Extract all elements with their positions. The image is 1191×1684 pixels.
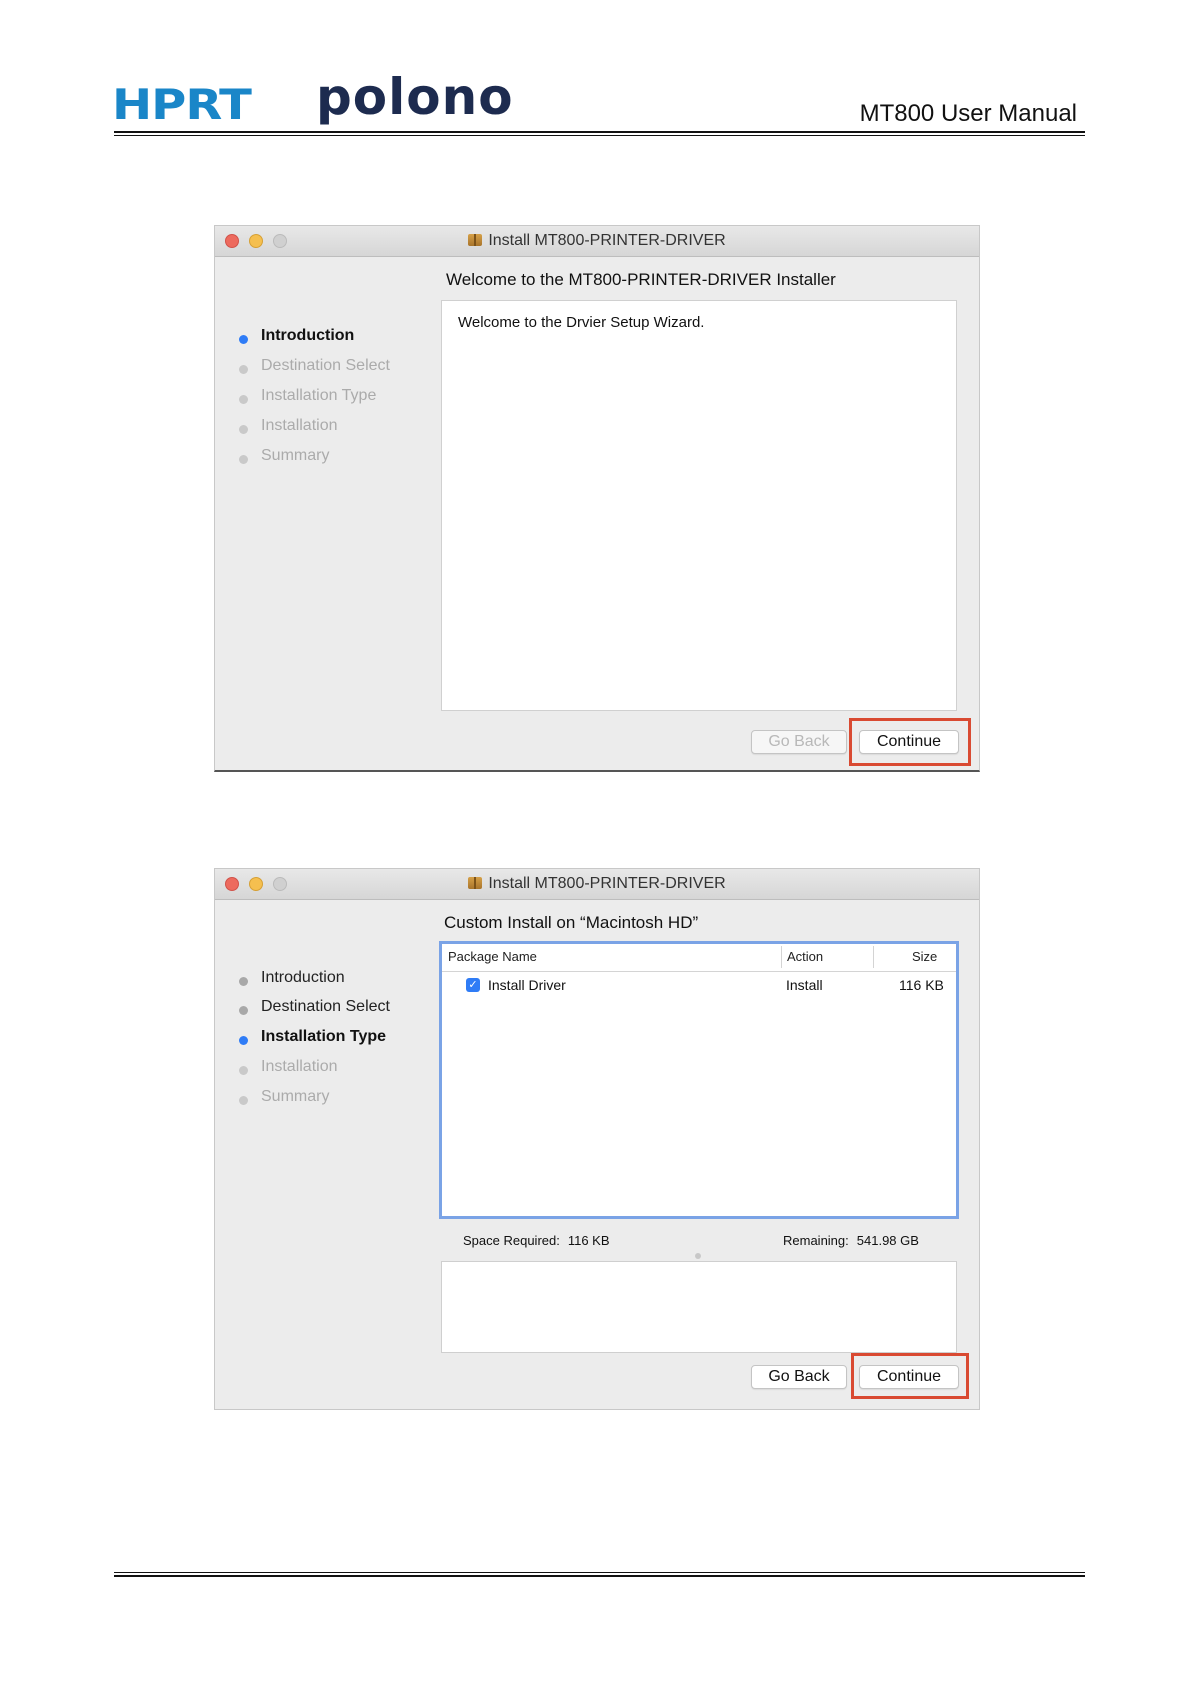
go-back-button[interactable]: Go Back [751,1365,847,1389]
window-title-text: Install MT800-PRINTER-DRIVER [488,232,726,249]
remaining-value: 541.98 GB [856,1233,919,1248]
step-label: Installation Type [261,1028,387,1045]
column-separator [873,946,874,968]
column-separator [781,946,782,968]
continue-highlight-box [851,1353,969,1399]
window-title-text: Install MT800-PRINTER-DRIVER [488,875,726,892]
table-header: Package Name Action Size [442,944,956,972]
package-icon [468,234,483,246]
step-label: Introduction [261,327,355,344]
remaining-label: Remaining: [783,1233,849,1248]
step-label: Installation [261,1058,338,1075]
step-dot-icon [239,977,248,986]
installer-heading: Custom Install on “Macintosh HD” [444,913,699,932]
package-name-cell: Install Driver [488,977,566,993]
step-dot-icon [239,1096,248,1105]
step-label: Installation [261,417,338,434]
installer-heading: Welcome to the MT800-PRINTER-DRIVER Inst… [446,270,836,289]
package-description-pane [441,1261,957,1353]
step-dot-icon [239,455,248,464]
hprt-logo: HPRT [112,80,252,130]
step-label: Destination Select [261,998,390,1015]
installer-window-introduction: Install MT800-PRINTER-DRIVER Welcome to … [214,225,980,772]
space-required: Space Required: 116 KB [463,1233,610,1248]
space-remaining: Remaining: 541.98 GB [783,1233,919,1248]
column-header-action[interactable]: Action [787,949,823,964]
step-label: Summary [261,447,330,464]
step-dot-icon [239,335,248,344]
action-cell[interactable]: Install [786,977,823,993]
window-title: Install MT800-PRINTER-DRIVER [215,875,979,893]
window-titlebar: Install MT800-PRINTER-DRIVER [215,869,979,900]
step-dot-icon [239,1066,248,1075]
package-icon [468,877,483,889]
column-header-package-name[interactable]: Package Name [448,949,537,964]
step-label: Installation Type [261,387,377,404]
welcome-content-pane: Welcome to the Drvier Setup Wizard. [441,300,957,711]
go-back-button[interactable]: Go Back [751,730,847,754]
header-rule-thin [114,135,1085,136]
step-dot-icon [239,1006,248,1015]
size-cell: 116 KB [899,977,944,993]
space-required-label: Space Required: [463,1233,560,1248]
step-dot-icon [239,425,248,434]
step-dot-icon [239,395,248,404]
package-table: Package Name Action Size ✓ Install Drive… [439,941,959,1219]
installer-window-installation-type: Install MT800-PRINTER-DRIVER Custom Inst… [214,868,980,1410]
step-label: Destination Select [261,357,390,374]
welcome-text: Welcome to the Drvier Setup Wizard. [458,314,705,331]
footer-rule-thin [114,1572,1085,1573]
step-dot-icon [239,1036,248,1045]
polono-logo: polono [316,68,514,126]
continue-highlight-box [849,718,971,766]
step-label: Introduction [261,969,345,986]
step-label: Summary [261,1088,330,1105]
header-rule [114,131,1085,133]
window-titlebar: Install MT800-PRINTER-DRIVER [215,226,979,257]
footer-rule [114,1575,1085,1577]
document-title: MT800 User Manual [859,100,1077,127]
splitter-handle[interactable] [695,1253,701,1259]
column-header-size[interactable]: Size [912,949,937,964]
space-required-value: 116 KB [567,1233,610,1248]
install-driver-checkbox[interactable]: ✓ [466,978,480,992]
step-dot-icon [239,365,248,374]
window-title: Install MT800-PRINTER-DRIVER [215,232,979,250]
